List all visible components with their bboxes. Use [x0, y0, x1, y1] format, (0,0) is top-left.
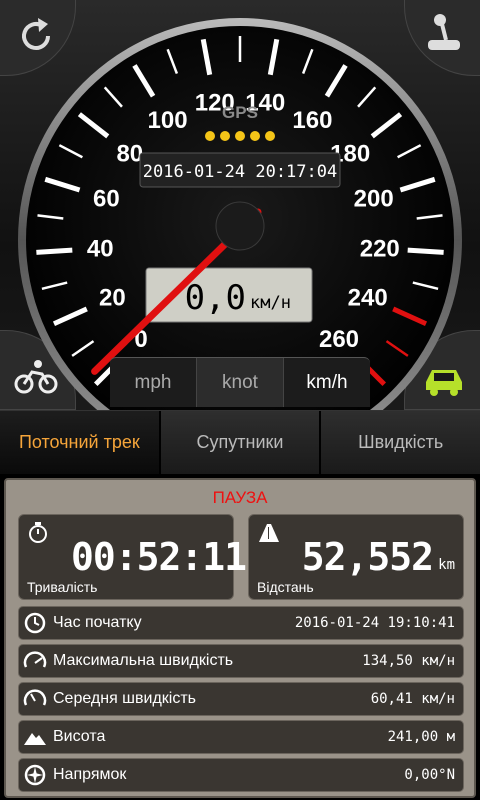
gauge-tick-label: 260 [319, 326, 359, 353]
joystick-button[interactable] [420, 8, 468, 56]
unit-knot[interactable]: knot [196, 358, 284, 407]
stopwatch-icon [29, 522, 47, 543]
car-icon [426, 370, 462, 396]
status-label: ПАУЗА [212, 488, 268, 507]
stat-row-heading: Напрямок 0,00°N [18, 758, 464, 792]
gauge-tick-label: 80 [116, 141, 143, 168]
needle-hub [215, 201, 265, 251]
gps-dot [265, 131, 275, 141]
gauge-tick-label: 40 [87, 235, 114, 262]
stat-value: 2016-01-24 19:10:41 [294, 615, 455, 631]
stat-row-start-time: Час початку 2016-01-24 19:10:41 [18, 606, 464, 640]
clock-icon [24, 612, 46, 634]
compass-icon [24, 764, 46, 786]
stat-label: Час початку [53, 614, 142, 631]
distance-unit: km [438, 557, 455, 573]
stat-value: 134,50 км/н [362, 653, 455, 669]
gauge-tick-label: 160 [292, 107, 332, 134]
speedometer-area: 0 20 40 60 80 100 120 140 160 180 200 220 240 260 GPS… [0, 0, 480, 410]
road-icon [259, 524, 279, 542]
gps-dot [220, 131, 230, 141]
tab-bar: Поточний трек Супутники Швидкість [0, 410, 480, 474]
tab-current-track[interactable]: Поточний трек [0, 411, 161, 474]
unit-selector: mph knot km/h [110, 357, 370, 407]
gauge-tick-label: 240 [348, 284, 388, 311]
bicycle-mode-button[interactable] [12, 352, 60, 400]
gauge-tick-label: 100 [148, 107, 188, 134]
gps-label: GPS [222, 103, 258, 122]
stat-label: Максимальна швидкість [53, 652, 234, 669]
joystick-icon [428, 14, 460, 50]
mountain-icon [24, 733, 46, 745]
gauge-tick [407, 247, 444, 255]
stat-label: Середня швидкість [53, 690, 197, 707]
distance-value: 52,552 [301, 535, 434, 579]
stat-row-altitude: Висота 241,00 м [18, 720, 464, 754]
duration-value: 00:52:11 [71, 535, 247, 579]
reset-button[interactable] [12, 12, 60, 60]
gauge-tick-label: 60 [93, 185, 120, 212]
datetime-text: 2016-01-24 20:17:04 [143, 162, 337, 182]
stat-label: Напрямок [53, 766, 127, 783]
unit-mph[interactable]: mph [110, 358, 196, 407]
tab-speed[interactable]: Швидкість [321, 411, 480, 474]
stat-value: 60,41 км/н [370, 691, 455, 707]
gauge-tick-label: 200 [354, 185, 394, 212]
distance-card: 52,552 km Відстань [248, 514, 464, 600]
stat-row-max-speed: Максимальна швидкість 134,50 км/н [18, 644, 464, 678]
duration-label: Тривалість [27, 579, 98, 595]
gps-dot [205, 131, 215, 141]
speed-value: 0,0 [185, 278, 246, 318]
gauge-tick-label: 220 [360, 235, 400, 262]
duration-card: 00:52:11 Тривалість [18, 514, 247, 600]
distance-label: Відстань [257, 579, 314, 595]
bicycle-icon [14, 360, 58, 394]
stat-value: 0,00°N [404, 767, 455, 783]
stat-label: Висота [53, 728, 106, 745]
avg-speed-gauge-icon [23, 689, 47, 706]
car-mode-button[interactable] [420, 354, 468, 402]
tab-satellites[interactable]: Супутники [160, 411, 322, 474]
speed-unit: км/н [250, 293, 291, 313]
track-stats-panel: ПАУЗА 00:52:11 Тривалість 52,552 km Відс… [4, 478, 476, 798]
max-speed-gauge-icon [23, 651, 47, 668]
gps-dot [235, 131, 245, 141]
stat-value: 241,00 м [387, 729, 455, 745]
gps-dot [250, 131, 260, 141]
stat-row-avg-speed: Середня швидкість 60,41 км/н [18, 682, 464, 716]
speedometer-gauge: 020406080100120 140160180200220240260 GPS… [18, 18, 462, 410]
unit-kmh[interactable]: km/h [284, 358, 370, 407]
refresh-icon [22, 18, 50, 50]
gauge-tick-label: 20 [99, 284, 126, 311]
gauge-tick [36, 247, 73, 255]
